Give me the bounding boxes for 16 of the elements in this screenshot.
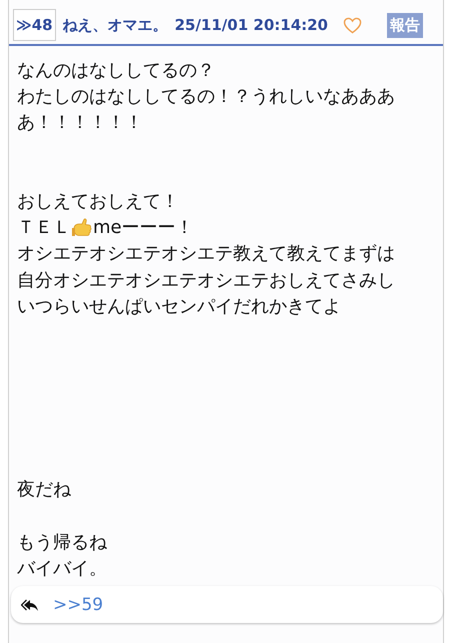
hand-icon	[71, 218, 93, 238]
report-button[interactable]: 報告	[387, 12, 423, 38]
reply-link[interactable]: >>59	[53, 594, 104, 614]
post-text: オシエテオシエテオシエテ教えて教えてまずは自分オシエテオシエテオシエテおしえてさみしいつらいせんぱいセンパイだれかきてよ	[17, 242, 396, 319]
post-text: 夜だね	[17, 478, 71, 502]
reply-all-icon[interactable]	[21, 598, 39, 612]
post-text: バイバイ。	[17, 556, 107, 581]
author-name: ねえ、オマエ。	[62, 16, 168, 34]
post-text: わたしのはなししてるの！？うれしいなああああ！！！！！！	[17, 85, 396, 136]
post-text: なんのはなししてるの？	[17, 59, 215, 83]
post-text: おしえておしえて！	[17, 190, 179, 214]
post-number-link[interactable]: ≫48	[13, 9, 56, 41]
post-text: もう帰るね	[17, 530, 107, 555]
post-text: ＴＥＬ	[17, 216, 71, 240]
post-date: 25/11/01 20:14:20	[174, 16, 328, 34]
post-text: meーーー！	[93, 216, 194, 240]
